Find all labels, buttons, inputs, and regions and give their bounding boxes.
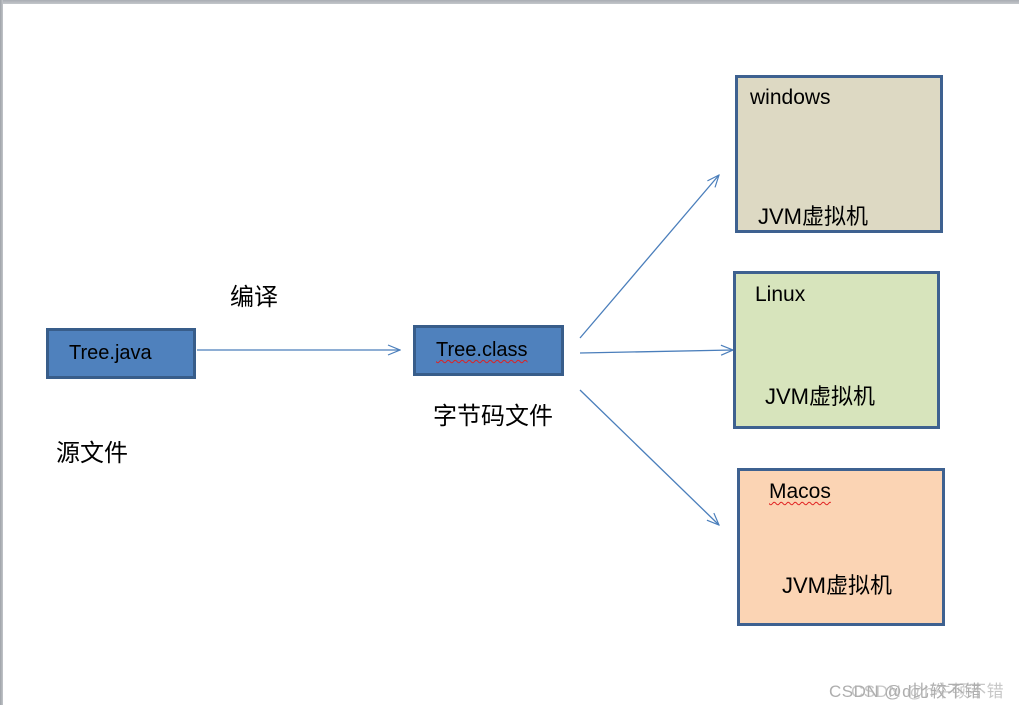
watermark-text-overlay: CSDN @h牛顿不错: [851, 677, 1004, 702]
source-file-node[interactable]: Tree.java: [46, 328, 196, 379]
source-file-caption: 源文件: [56, 439, 128, 467]
jvm-label-windows: JVM虚拟机: [758, 204, 869, 229]
platform-box-windows[interactable]: windows JVM虚拟机: [735, 75, 943, 233]
platform-name-linux: Linux: [755, 283, 806, 306]
jvm-label-linux: JVM虚拟机: [765, 384, 876, 409]
diagram: Tree.java 编译 源文件 Tree.class 字节码文件 window…: [0, 0, 1019, 705]
platform-name-macos: Macos: [769, 480, 831, 503]
bytecode-node[interactable]: Tree.class: [413, 325, 564, 376]
bytecode-caption: 字节码文件: [433, 402, 553, 430]
watermark-prefix-overlay: CSDN @h: [851, 682, 935, 701]
arrow-to-linux: [579, 350, 733, 353]
platform-box-macos[interactable]: Macos JVM虚拟机: [737, 468, 945, 626]
platform-name-windows: windows: [750, 86, 831, 109]
compile-label: 编译: [230, 283, 278, 311]
jvm-label-macos: JVM虚拟机: [782, 573, 893, 598]
watermark-suffix-overlay: 牛顿不错: [934, 682, 1005, 701]
source-file-label: Tree.java: [69, 342, 152, 364]
bytecode-label: Tree.class: [436, 339, 528, 361]
arrow-to-macos: [579, 389, 719, 525]
arrow-to-windows: [579, 175, 719, 339]
slide-canvas: Tree.java 编译 源文件 Tree.class 字节码文件 window…: [0, 0, 1019, 705]
platform-box-linux[interactable]: Linux JVM虚拟机: [733, 271, 940, 429]
